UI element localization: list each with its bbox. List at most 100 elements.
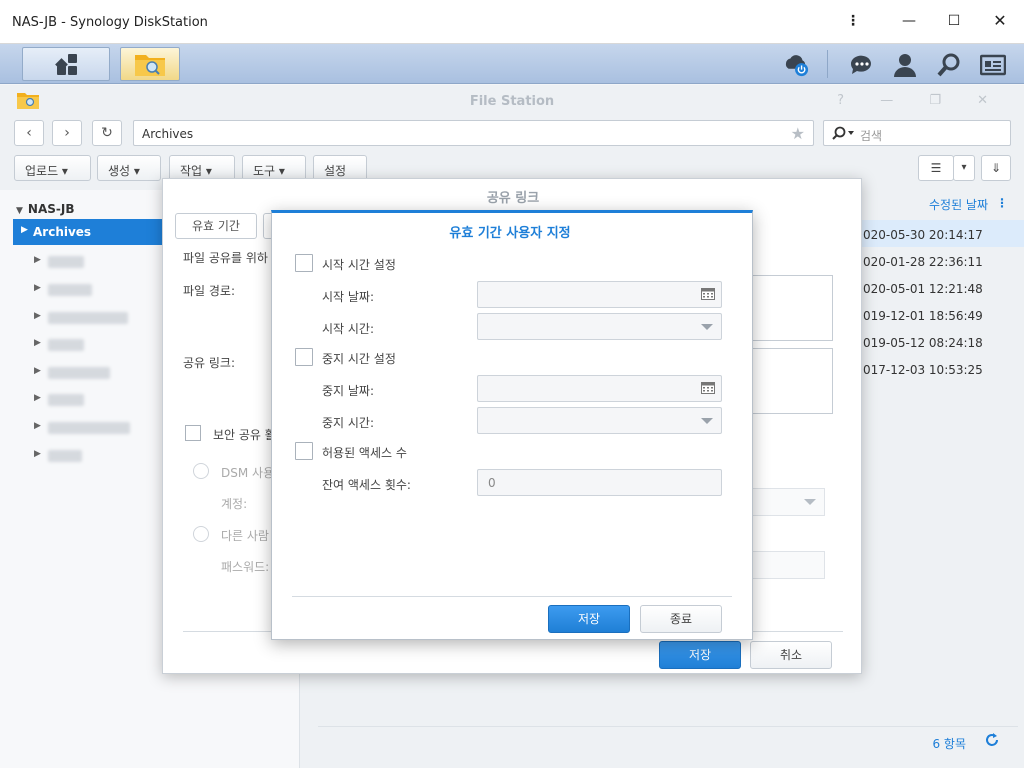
cloud-power-icon[interactable]: [783, 52, 809, 78]
redacted-folder-name: [48, 284, 92, 296]
remaining-access-input[interactable]: 0: [477, 469, 722, 496]
dialog-title: 유효 기간 사용자 지정: [449, 226, 571, 241]
stop-time-label: 중지 시간:: [322, 416, 375, 430]
window-maximize-button[interactable]: ☐: [939, 8, 969, 34]
status-bar: 6 항목: [318, 726, 1018, 753]
expand-arrow-icon[interactable]: ▶: [34, 255, 41, 265]
search-icon[interactable]: [936, 52, 962, 78]
redacted-folder-name: [48, 422, 130, 434]
window-minimize-button[interactable]: —: [894, 8, 924, 34]
expand-arrow-icon[interactable]: ▼: [16, 206, 23, 216]
window-menu-icon[interactable]: ⋮: [838, 8, 868, 34]
file-station-header: File Station ? — ❐ ✕: [0, 85, 1024, 115]
search-input[interactable]: 검색: [823, 120, 1011, 146]
secure-share-checkbox[interactable]: [185, 425, 201, 441]
forward-button[interactable]: ›: [52, 120, 82, 146]
share-cancel-button[interactable]: 취소: [750, 641, 832, 669]
secure-share-label: 보안 공유 활: [213, 428, 276, 442]
expand-arrow-icon[interactable]: ▶: [34, 393, 41, 403]
dsm-user-label: DSM 사용: [221, 466, 275, 480]
path-input[interactable]: Archives ★: [133, 120, 814, 146]
sort-button[interactable]: ⇓: [981, 155, 1011, 181]
share-save-button[interactable]: 저장: [659, 641, 741, 669]
expand-arrow-icon[interactable]: ▶: [34, 449, 41, 459]
table-row[interactable]: 020-05-01 12:21:48: [860, 274, 1024, 301]
column-options-icon[interactable]: ⋮: [996, 196, 1008, 210]
refresh-button[interactable]: ↻: [92, 120, 122, 146]
expand-arrow-icon[interactable]: ▶: [34, 366, 41, 376]
validity-period-button[interactable]: 유효 기간: [175, 213, 257, 239]
view-dropdown-button[interactable]: ▾: [953, 155, 975, 181]
table-row[interactable]: 020-05-30 20:14:17: [860, 220, 1024, 247]
start-date-label: 시작 날짜:: [322, 290, 375, 304]
stop-date-input[interactable]: [477, 375, 722, 402]
validity-close-button[interactable]: 종료: [640, 605, 722, 633]
start-time-checkbox[interactable]: [295, 254, 313, 272]
redacted-folder-name: [48, 339, 84, 351]
table-row[interactable]: 019-05-12 08:24:18: [860, 328, 1024, 355]
other-people-radio[interactable]: [193, 526, 209, 542]
chevron-down-icon: [701, 418, 713, 424]
path-text: Archives: [142, 127, 194, 141]
expand-arrow-icon[interactable]: ▶: [34, 311, 41, 321]
star-icon[interactable]: ★: [791, 124, 805, 143]
account-label: 계정:: [221, 497, 248, 511]
chevron-down-icon: [701, 324, 713, 330]
start-time-label: 시작 시간:: [322, 322, 375, 336]
search-options-icon[interactable]: [832, 126, 856, 140]
chat-icon[interactable]: [848, 52, 874, 78]
expand-arrow-icon[interactable]: ▶: [34, 338, 41, 348]
allowed-access-checkbox[interactable]: [295, 442, 313, 460]
calendar-icon[interactable]: [701, 288, 715, 300]
table-row[interactable]: 017-12-03 10:53:25: [860, 355, 1024, 382]
start-time-select[interactable]: [477, 313, 722, 340]
stop-date-label: 중지 날짜:: [322, 384, 375, 398]
search-placeholder: 검색: [860, 129, 883, 143]
modified-date-cell: 019-05-12 08:24:18: [863, 336, 983, 350]
window-close-button[interactable]: ✕: [985, 8, 1015, 34]
main-menu-button[interactable]: [22, 47, 110, 81]
share-description: 파일 공유를 위하: [183, 251, 268, 265]
stop-time-setting-label: 중지 시간 설정: [322, 352, 396, 366]
user-icon[interactable]: [892, 52, 918, 78]
calendar-icon[interactable]: [701, 382, 715, 394]
file-station-window-controls[interactable]: ? — ❐ ✕: [837, 93, 1004, 108]
window-title: NAS-JB - Synology DiskStation: [12, 15, 208, 30]
validity-save-button[interactable]: 저장: [548, 605, 630, 633]
create-button[interactable]: 생성 ▾: [97, 155, 161, 181]
redacted-folder-name: [48, 256, 84, 268]
expand-arrow-icon[interactable]: ▶: [34, 421, 41, 431]
tree-root[interactable]: ▼ NAS-JB: [16, 202, 75, 216]
table-row[interactable]: 020-01-28 22:36:11: [860, 247, 1024, 274]
refresh-icon[interactable]: [984, 732, 1000, 748]
modified-date-cell: 020-01-28 22:36:11: [863, 255, 983, 269]
modified-date-cell: 020-05-30 20:14:17: [863, 228, 983, 242]
back-button[interactable]: ‹: [14, 120, 44, 146]
stop-time-select[interactable]: [477, 407, 722, 434]
expand-arrow-icon[interactable]: ▶: [21, 225, 28, 235]
redacted-folder-name: [48, 367, 110, 379]
file-station-folder-icon: [135, 55, 165, 76]
list-view-button[interactable]: ☰: [918, 155, 954, 181]
chevron-down-icon: [804, 499, 816, 505]
list-header: 수정된 날짜 ⋮: [860, 196, 1024, 220]
password-label: 패스워드:: [221, 560, 270, 574]
expand-arrow-icon[interactable]: ▶: [34, 283, 41, 293]
modified-date-cell: 017-12-03 10:53:25: [863, 363, 983, 377]
dsm-user-radio[interactable]: [193, 463, 209, 479]
modified-date-column-header[interactable]: 수정된 날짜: [929, 196, 988, 213]
file-station-taskbar-button[interactable]: [120, 47, 180, 81]
allowed-access-label: 허용된 액세스 수: [322, 446, 407, 460]
modified-date-cell: 020-05-01 12:21:48: [863, 282, 983, 296]
file-path-label: 파일 경로:: [183, 284, 236, 298]
tree-item-label: Archives: [33, 225, 92, 239]
custom-validity-dialog: 유효 기간 사용자 지정 시작 시간 설정 시작 날짜: 시작 시간: 중지 시…: [271, 210, 753, 640]
table-row[interactable]: 019-12-01 18:56:49: [860, 301, 1024, 328]
redacted-folder-name: [48, 450, 82, 462]
start-date-input[interactable]: [477, 281, 722, 308]
tree-item-selected[interactable]: ▶ Archives: [13, 219, 163, 245]
stop-time-checkbox[interactable]: [295, 348, 313, 366]
upload-button[interactable]: 업로드 ▾: [14, 155, 91, 181]
widgets-icon[interactable]: [980, 52, 1006, 78]
dsm-taskbar: [0, 44, 1024, 84]
